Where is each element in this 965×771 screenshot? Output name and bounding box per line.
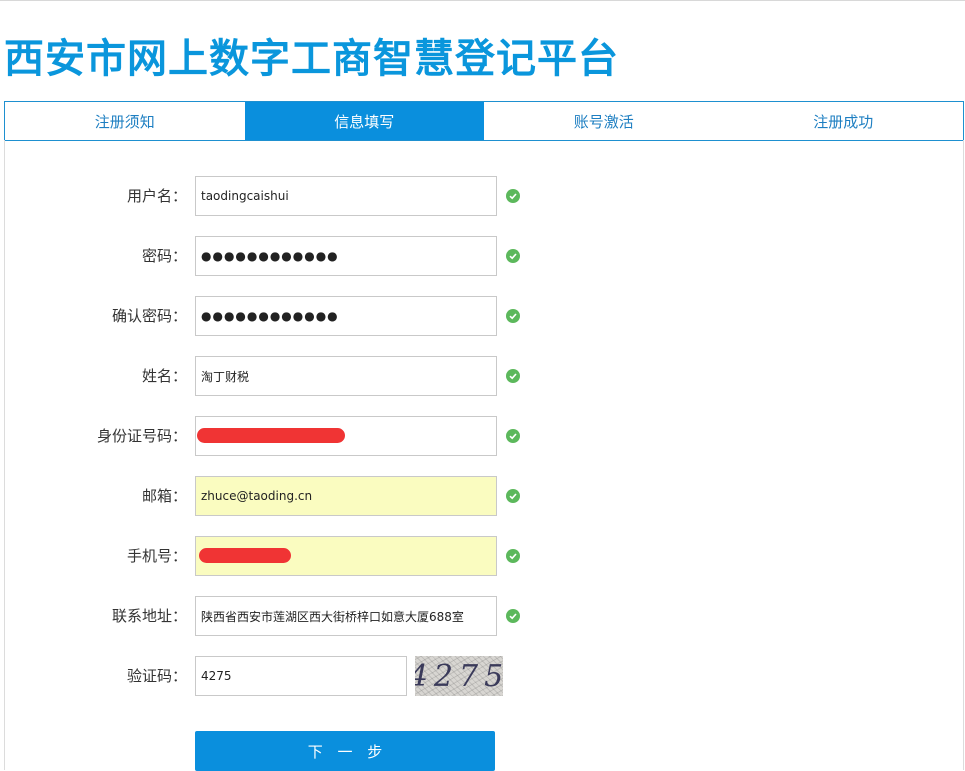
check-circle-icon xyxy=(506,309,520,323)
tab-registration-success[interactable]: 注册成功 xyxy=(723,102,963,140)
address-row: 联系地址： xyxy=(5,596,965,636)
redaction-mark xyxy=(197,428,345,443)
redaction-mark xyxy=(199,548,291,563)
email-label: 邮箱： xyxy=(141,487,187,505)
name-row: 姓名： xyxy=(5,356,965,396)
captcha-label: 验证码： xyxy=(126,667,187,685)
phone-label: 手机号： xyxy=(126,547,187,565)
tab-account-activation[interactable]: 账号激活 xyxy=(484,102,724,140)
tab-info-fill[interactable]: 信息填写 xyxy=(244,102,484,140)
name-input[interactable] xyxy=(195,356,497,396)
password-row: 密码： xyxy=(5,236,965,276)
check-circle-icon xyxy=(506,549,520,563)
name-label: 姓名： xyxy=(141,367,187,385)
top-divider xyxy=(0,0,965,1)
captcha-input[interactable] xyxy=(195,656,407,696)
check-circle-icon xyxy=(506,189,520,203)
username-label: 用户名： xyxy=(126,187,187,205)
phone-row: 手机号： xyxy=(5,536,965,576)
registration-form: 用户名： 密码： 确认密码： 姓名： 身份证号码： 邮箱： 手机号： 联系地址： xyxy=(4,140,965,771)
username-row: 用户名： xyxy=(5,176,965,216)
check-circle-icon xyxy=(506,609,520,623)
check-circle-icon xyxy=(506,489,520,503)
check-circle-icon xyxy=(506,249,520,263)
confirm-password-row: 确认密码： xyxy=(5,296,965,336)
step-tabs: 注册须知 信息填写 账号激活 注册成功 xyxy=(4,101,964,141)
tab-registration-notice[interactable]: 注册须知 xyxy=(5,102,245,140)
confirm-password-label: 确认密码： xyxy=(111,307,187,325)
password-label: 密码： xyxy=(141,247,187,265)
username-input[interactable] xyxy=(195,176,497,216)
captcha-text: 4275 xyxy=(415,658,503,694)
email-input[interactable] xyxy=(195,476,497,516)
captcha-image[interactable]: 4275 xyxy=(415,656,503,696)
next-step-button[interactable]: 下 一 步 xyxy=(195,731,495,771)
check-circle-icon xyxy=(506,369,520,383)
address-input[interactable] xyxy=(195,596,497,636)
captcha-row: 验证码： 4275 xyxy=(5,656,965,696)
address-label: 联系地址： xyxy=(111,607,187,625)
id-number-row: 身份证号码： xyxy=(5,416,965,456)
page-title: 西安市网上数字工商智慧登记平台 xyxy=(4,36,619,82)
id-number-label: 身份证号码： xyxy=(96,427,187,445)
confirm-password-input[interactable] xyxy=(195,296,497,336)
check-circle-icon xyxy=(506,429,520,443)
password-input[interactable] xyxy=(195,236,497,276)
email-row: 邮箱： xyxy=(5,476,965,516)
